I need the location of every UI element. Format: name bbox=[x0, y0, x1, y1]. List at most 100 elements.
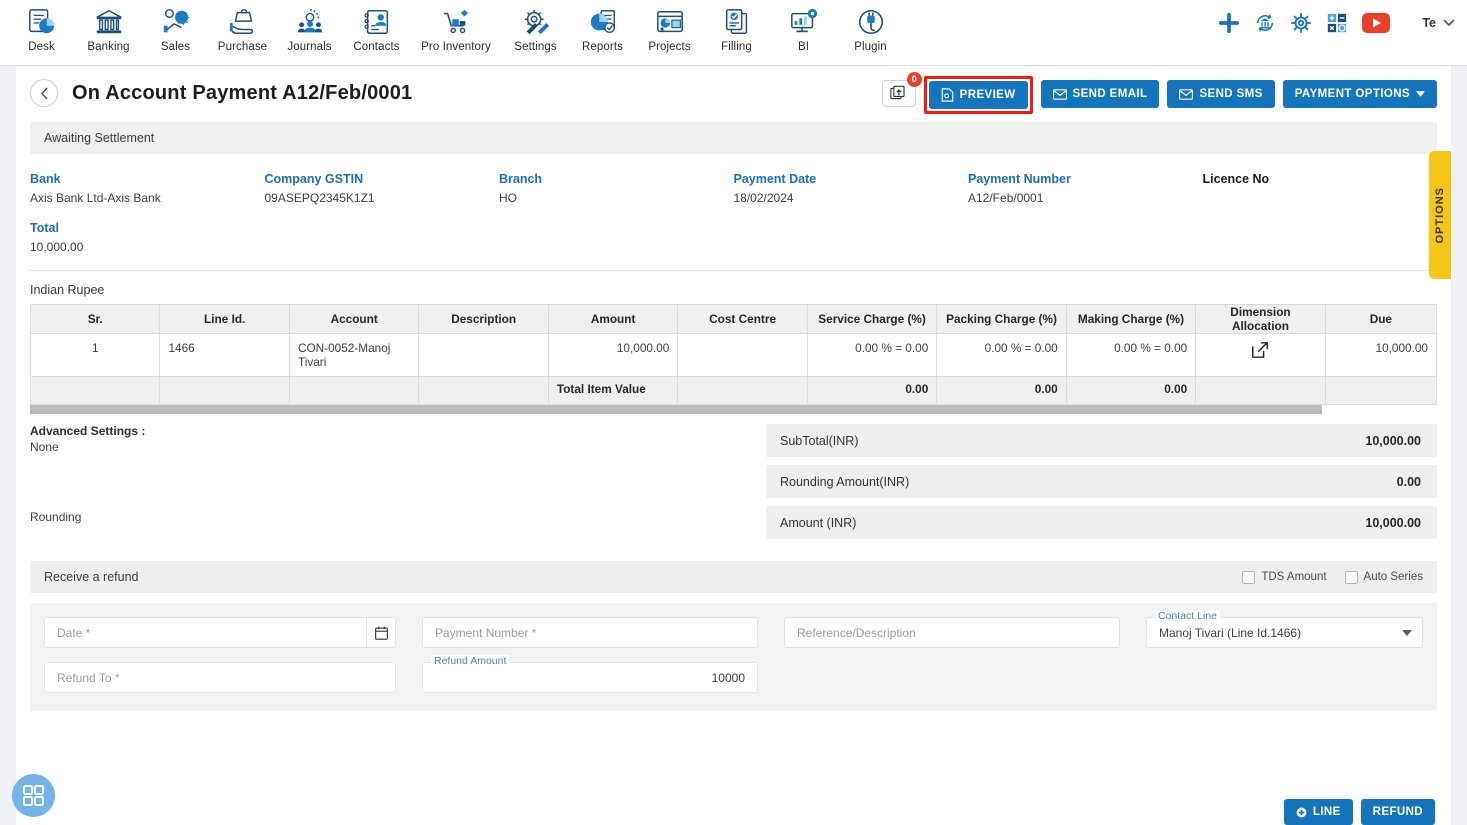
line-items-table-wrapper: Sr. Line Id. Account Description Amount … bbox=[16, 304, 1451, 405]
refresh-bank-icon[interactable] bbox=[1254, 12, 1276, 34]
info-label: Licence No bbox=[1202, 172, 1270, 186]
plugin-plug-icon bbox=[856, 5, 886, 39]
horizontal-scrollbar[interactable] bbox=[30, 405, 1322, 414]
external-link-icon bbox=[1252, 342, 1269, 358]
contact-line-select[interactable]: Contact Line bbox=[1146, 610, 1423, 648]
refund-to-input[interactable] bbox=[55, 669, 385, 686]
cell-line-id: 1466 bbox=[159, 333, 290, 377]
total-spacer-4 bbox=[418, 376, 549, 405]
add-line-button-label: LINE bbox=[1312, 806, 1341, 818]
nav-label: Projects bbox=[648, 41, 691, 53]
cell-dimension-allocation[interactable] bbox=[1195, 333, 1326, 377]
apps-fab-button[interactable] bbox=[12, 774, 55, 817]
refund-amount-input[interactable] bbox=[433, 669, 747, 686]
auto-series-checkbox[interactable]: Auto Series bbox=[1344, 570, 1423, 584]
advanced-settings-block: Advanced Settings : None Rounding bbox=[30, 424, 750, 547]
preview-button[interactable]: PREVIEW bbox=[928, 81, 1028, 109]
column-header-dimension-allocation[interactable]: Dimension Allocation bbox=[1195, 304, 1326, 334]
info-value: HO bbox=[499, 191, 517, 205]
table-row[interactable]: 1 1466 CON-0052-Manoj Tivari 10,000.00 0… bbox=[29, 333, 1438, 377]
column-header-due[interactable]: Due bbox=[1324, 304, 1438, 334]
document-sheet: On Account Payment A12/Feb/0001 0 PREVIE… bbox=[16, 66, 1451, 825]
info-label: Payment Number bbox=[968, 172, 1071, 186]
send-sms-button[interactable]: SEND SMS bbox=[1167, 80, 1275, 108]
contact-line-input[interactable] bbox=[1157, 624, 1412, 641]
info-value: A12/Feb/0001 bbox=[968, 191, 1044, 205]
add-plus-icon[interactable] bbox=[1218, 12, 1240, 34]
page-body: On Account Payment A12/Feb/0001 0 PREVIE… bbox=[0, 66, 1467, 825]
column-header-making-charge[interactable]: Making Charge (%) bbox=[1065, 304, 1197, 334]
nav-item-desk[interactable]: Desk bbox=[8, 0, 75, 53]
info-field-payment-date: Payment Date 18/02/2024 bbox=[734, 172, 969, 205]
upload-attachment-button[interactable]: 0 bbox=[881, 72, 922, 107]
user-menu[interactable]: Te bbox=[1422, 16, 1455, 30]
nav-item-reports[interactable]: Reports bbox=[569, 0, 636, 53]
add-line-button[interactable]: LINE bbox=[1283, 799, 1353, 825]
payment-options-button[interactable]: PAYMENT OPTIONS bbox=[1282, 80, 1437, 108]
nav-item-pro-inventory[interactable]: Pro Inventory bbox=[410, 0, 502, 53]
nav-item-bi[interactable]: BI bbox=[770, 0, 837, 53]
nav-item-journals[interactable]: Journals bbox=[276, 0, 343, 53]
calendar-icon bbox=[374, 626, 388, 640]
caret-down-icon bbox=[1416, 91, 1425, 97]
page-header: On Account Payment A12/Feb/0001 0 PREVIE… bbox=[16, 66, 1451, 120]
reference-description-field[interactable] bbox=[784, 617, 1120, 648]
total-label: Amount (INR) bbox=[780, 515, 857, 530]
status-banner: Awaiting Settlement bbox=[30, 122, 1437, 154]
column-header-packing-charge[interactable]: Packing Charge (%) bbox=[936, 304, 1067, 334]
total-spacer-3 bbox=[288, 376, 420, 405]
column-header-line-id[interactable]: Line Id. bbox=[159, 304, 290, 334]
calculator-icon[interactable] bbox=[1326, 12, 1348, 34]
table-header-row: Sr. Line Id. Account Description Amount … bbox=[29, 304, 1438, 334]
journals-gear-people-icon bbox=[295, 5, 325, 39]
refund-button[interactable]: REFUND bbox=[1360, 799, 1435, 825]
nav-item-settings[interactable]: Settings bbox=[502, 0, 569, 53]
advanced-settings-value: None bbox=[30, 440, 59, 454]
info-label: Payment Date bbox=[733, 172, 817, 186]
payment-info-grid: Bank Axis Bank Ltd-Axis Bank Company GST… bbox=[16, 154, 1451, 262]
nav-item-filling[interactable]: Filling bbox=[703, 0, 770, 53]
auto-series-label: Auto Series bbox=[1363, 571, 1423, 583]
chevron-left-icon bbox=[40, 86, 48, 100]
nav-label: Settings bbox=[514, 41, 557, 53]
date-field[interactable] bbox=[44, 617, 396, 648]
back-button[interactable] bbox=[30, 79, 58, 107]
rounding-label: Rounding bbox=[30, 510, 82, 524]
column-header-amount[interactable]: Amount bbox=[547, 304, 679, 334]
column-header-description[interactable]: Description bbox=[418, 304, 549, 334]
top-navigation-bar: Desk Banking Sales Purchase Journals Con… bbox=[0, 0, 1467, 66]
nav-item-sales[interactable]: Sales bbox=[142, 0, 209, 53]
column-header-service-charge[interactable]: Service Charge (%) bbox=[806, 304, 938, 334]
total-spacer-6 bbox=[1195, 376, 1326, 405]
cell-cost-centre bbox=[677, 333, 808, 377]
refund-checkbox-group: TDS Amount Auto Series bbox=[1242, 570, 1423, 584]
column-header-sr[interactable]: Sr. bbox=[29, 304, 161, 334]
youtube-icon[interactable] bbox=[1362, 13, 1391, 33]
tds-amount-checkbox[interactable]: TDS Amount bbox=[1242, 570, 1327, 584]
nav-item-plugin[interactable]: Plugin bbox=[837, 0, 904, 53]
info-field-licence-no: Licence No bbox=[1203, 172, 1438, 205]
payment-number-input[interactable] bbox=[433, 624, 747, 641]
options-side-tab[interactable]: OPTIONS bbox=[1429, 151, 1451, 279]
cell-description bbox=[418, 333, 549, 377]
nav-item-contacts[interactable]: Contacts bbox=[343, 0, 410, 53]
column-header-cost-centre[interactable]: Cost Centre bbox=[677, 304, 808, 334]
nav-item-purchase[interactable]: Purchase bbox=[209, 0, 276, 53]
nav-item-banking[interactable]: Banking bbox=[75, 0, 142, 53]
info-field-total: Total 10,000.00 bbox=[30, 221, 265, 254]
date-input[interactable] bbox=[55, 624, 385, 641]
cell-service-charge: 0.00 % = 0.00 bbox=[806, 333, 938, 377]
refund-amount-label: Refund Amount bbox=[431, 655, 510, 667]
nav-label: Purchase bbox=[217, 41, 268, 53]
refund-amount-field[interactable]: Refund Amount bbox=[422, 655, 758, 693]
gear-icon[interactable] bbox=[1290, 12, 1312, 34]
refund-to-field[interactable] bbox=[44, 662, 396, 693]
date-picker-button[interactable] bbox=[366, 617, 396, 648]
chevron-down-icon[interactable] bbox=[1402, 629, 1412, 636]
send-email-button[interactable]: SEND EMAIL bbox=[1040, 80, 1160, 108]
nav-item-projects[interactable]: Projects bbox=[636, 0, 703, 53]
column-header-account[interactable]: Account bbox=[288, 304, 420, 334]
payment-number-field[interactable] bbox=[422, 617, 758, 648]
reference-description-input[interactable] bbox=[795, 624, 1109, 641]
bank-building-icon bbox=[94, 5, 124, 39]
